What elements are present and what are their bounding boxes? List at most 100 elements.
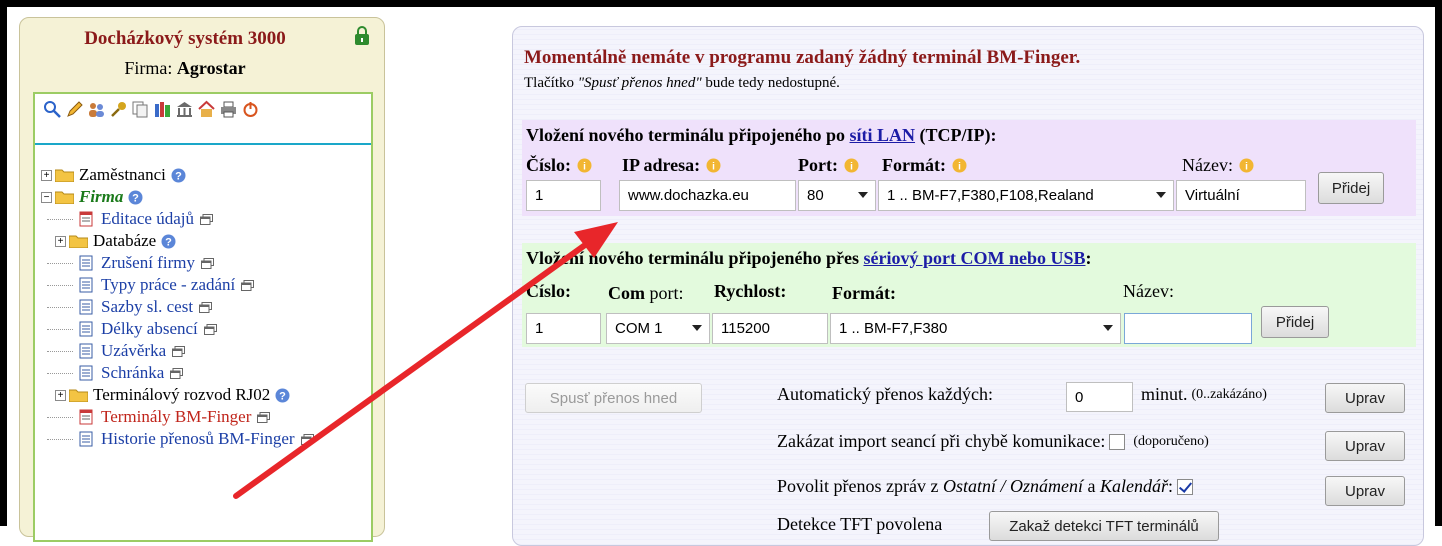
tree-node-firma[interactable]: − Firma ?	[41, 186, 143, 208]
com-rychlost-input[interactable]: 115200	[712, 313, 828, 344]
com-port-label-rest: port:	[645, 283, 684, 303]
tree-label-editace[interactable]: Editace údajů	[101, 209, 194, 229]
document-icon	[79, 299, 93, 315]
new-window-icon[interactable]	[241, 279, 255, 291]
expand-icon[interactable]: +	[55, 235, 66, 247]
tree-label-firma[interactable]: Firma	[79, 187, 123, 207]
new-window-icon[interactable]	[200, 213, 213, 225]
expand-icon[interactable]: +	[55, 389, 66, 401]
com-cislo-input[interactable]: 1	[526, 313, 601, 344]
tree-item-editace[interactable]: Editace údajů	[47, 208, 213, 230]
tree-item-uzaverka[interactable]: Uzávěrka	[47, 340, 186, 362]
tree-label-databaze[interactable]: Databáze	[93, 231, 156, 251]
messages-save-button[interactable]: Uprav	[1325, 476, 1405, 506]
help-icon[interactable]: ?	[171, 168, 186, 183]
tree-label-schranka[interactable]: Schránka	[101, 363, 164, 383]
search-icon[interactable]	[43, 100, 62, 119]
com-format-select[interactable]: 1 .. BM-F7,F380	[830, 313, 1121, 344]
new-window-icon[interactable]	[172, 345, 186, 357]
info-icon[interactable]: i	[1239, 158, 1254, 173]
lan-port-label: Port: i	[798, 155, 859, 176]
collapse-icon[interactable]: −	[41, 191, 52, 203]
com-nazev-label: Název:	[1123, 281, 1174, 301]
auto-note: (0..zakázáno)	[1191, 386, 1267, 402]
lan-nazev-input[interactable]: Virtuální	[1176, 180, 1306, 211]
tree-item-historie[interactable]: Historie přenosů BM-Finger	[47, 428, 314, 450]
info-icon[interactable]: i	[706, 158, 721, 173]
lan-heading-prefix: Vložení nového terminálu připojeného po	[526, 125, 850, 145]
tree-label-delky[interactable]: Délky absencí	[101, 319, 198, 339]
chevron-down-icon	[858, 192, 868, 198]
com-nazev-input[interactable]	[1124, 313, 1252, 344]
document-icon	[79, 211, 93, 227]
help-icon[interactable]: ?	[128, 190, 143, 205]
new-window-icon[interactable]	[199, 301, 213, 313]
copy-icon[interactable]	[131, 100, 150, 119]
home-icon[interactable]	[197, 100, 216, 119]
tree-item-delky[interactable]: Délky absencí	[47, 318, 217, 340]
import-disable-checkbox[interactable]	[1109, 433, 1126, 450]
svg-text:?: ?	[165, 236, 172, 248]
help-icon[interactable]: ?	[161, 234, 176, 249]
svg-text:i: i	[583, 162, 586, 173]
lan-format-value: 1 .. BM-F7,F380,F108,Realand	[887, 187, 1094, 204]
document-icon	[79, 431, 93, 447]
chevron-down-icon	[1103, 325, 1113, 331]
lan-add-button[interactable]: Přidej	[1318, 172, 1384, 204]
auto-transfer-save-button[interactable]: Uprav	[1325, 383, 1405, 413]
com-port-value: COM 1	[615, 320, 663, 337]
tree-item-sazby[interactable]: Sazby sl. cest	[47, 296, 213, 318]
tree-label-zruseni[interactable]: Zrušení firmy	[101, 253, 195, 273]
tree-node-terminal-rozvod[interactable]: + Terminálový rozvod RJ02 ?	[41, 384, 290, 406]
lan-port-select[interactable]: 80	[798, 180, 876, 211]
tree-node-zamestnanci[interactable]: + Zaměstnanci ?	[41, 164, 186, 186]
lock-icon[interactable]	[353, 26, 371, 46]
warning-note: Tlačítko "Spusť přenos hned" bude tedy n…	[524, 75, 840, 92]
books-icon[interactable]	[153, 100, 172, 119]
new-window-icon[interactable]	[200, 257, 214, 269]
tree-node-databaze[interactable]: + Databáze ?	[41, 230, 176, 252]
lan-heading: Vložení nového terminálu připojeného po …	[526, 125, 997, 146]
expand-icon[interactable]: +	[41, 169, 52, 181]
lan-ip-input[interactable]: www.dochazka.eu	[619, 180, 796, 211]
users-icon[interactable]	[87, 100, 106, 119]
tree-item-terminaly[interactable]: Terminály BM-Finger	[47, 406, 271, 428]
bank-icon[interactable]	[175, 100, 194, 119]
help-icon[interactable]: ?	[275, 388, 290, 403]
new-window-icon[interactable]	[257, 411, 271, 423]
info-icon[interactable]: i	[577, 158, 592, 173]
tft-disable-button[interactable]: Zakaž detekci TFT terminálů	[989, 511, 1219, 541]
tree-label-uzaverka[interactable]: Uzávěrka	[101, 341, 166, 361]
new-window-icon[interactable]	[170, 367, 184, 379]
tree-label-terminaly[interactable]: Terminály BM-Finger	[101, 407, 251, 427]
transfer-now-button[interactable]: Spusť přenos hned	[525, 383, 702, 413]
info-icon[interactable]: i	[844, 158, 859, 173]
auto-transfer-input[interactable]: 0	[1066, 382, 1133, 412]
pencil-icon[interactable]	[65, 100, 84, 119]
lan-link[interactable]: síti LAN	[850, 125, 916, 145]
new-window-icon[interactable]	[300, 433, 314, 445]
tree-item-schranka[interactable]: Schránka	[47, 362, 184, 384]
info-icon[interactable]: i	[952, 158, 967, 173]
tree-item-typy[interactable]: Typy práce - zadání	[47, 274, 255, 296]
tree-label-typy[interactable]: Typy práce - zadání	[101, 275, 235, 295]
tree-item-zruseni[interactable]: Zrušení firmy	[47, 252, 214, 274]
lan-cislo-label-text: Číslo:	[526, 155, 571, 175]
tree-label-historie[interactable]: Historie přenosů BM-Finger	[101, 429, 295, 449]
import-save-button[interactable]: Uprav	[1325, 431, 1405, 461]
tree-label-zamestnanci[interactable]: Zaměstnanci	[79, 165, 166, 185]
com-add-button[interactable]: Přidej	[1261, 306, 1329, 338]
tree-label-terminal-rozvod[interactable]: Terminálový rozvod RJ02	[93, 385, 270, 405]
new-window-icon[interactable]	[203, 323, 217, 335]
com-link[interactable]: sériový port COM nebo USB	[864, 248, 1086, 268]
com-port-select[interactable]: COM 1	[606, 313, 710, 344]
lan-format-select[interactable]: 1 .. BM-F7,F380,F108,Realand	[878, 180, 1174, 211]
power-icon[interactable]	[241, 100, 260, 119]
warning-suffix: bude tedy nedostupné.	[701, 75, 840, 91]
messages-checkbox[interactable]	[1177, 478, 1194, 495]
key-icon[interactable]	[109, 100, 128, 119]
tree-connector	[47, 284, 73, 286]
tree-label-sazby[interactable]: Sazby sl. cest	[101, 297, 193, 317]
print-icon[interactable]	[219, 100, 238, 119]
lan-cislo-input[interactable]: 1	[526, 180, 601, 211]
